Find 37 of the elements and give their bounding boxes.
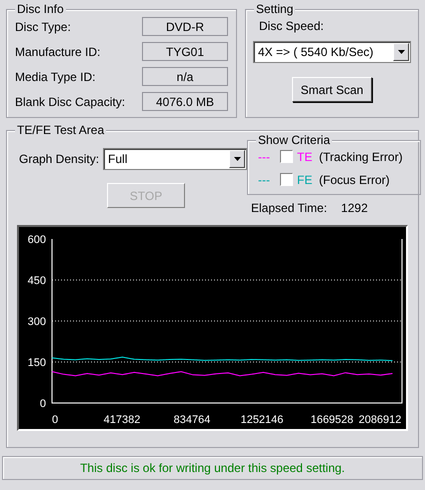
field-value: TYG01 — [142, 42, 228, 61]
field-value: n/a — [142, 67, 228, 86]
field-label: Manufacture ID: — [15, 44, 100, 60]
x-tick-label: 417382 — [104, 414, 140, 426]
legend-line: --- — [258, 172, 271, 188]
smart-scan-button[interactable]: Smart Scan — [292, 77, 372, 102]
x-tick-label: 1252146 — [240, 414, 284, 426]
x-tick-label: 0 — [52, 414, 58, 426]
series-code: TE — [297, 148, 314, 166]
group-title: Setting — [254, 1, 296, 17]
checkbox[interactable] — [280, 173, 293, 186]
dropdown[interactable]: Full — [103, 148, 247, 170]
checkbox[interactable] — [280, 150, 293, 163]
y-tick-label: 150 — [28, 357, 46, 369]
field-label: Disc Type: — [15, 18, 71, 36]
series-code: FE — [297, 172, 314, 188]
legend-line: --- — [258, 148, 271, 166]
stop-button: STOP — [107, 183, 185, 208]
elapsed-value: 1292 — [341, 200, 368, 217]
y-tick-label: 600 — [28, 234, 46, 246]
y-tick-label: 0 — [40, 398, 46, 410]
x-tick-label: 1669528 — [310, 414, 354, 426]
series-description: (Focus Error) — [319, 172, 390, 188]
density-label: Graph Density: — [19, 151, 100, 168]
field-value: 4076.0 MB — [142, 92, 228, 111]
series-description: (Tracking Error) — [319, 148, 403, 166]
field-label: Media Type ID: — [15, 68, 96, 86]
status-message: This disc is ok for writing under this speed setting. — [80, 460, 345, 477]
dropdown[interactable]: 4X => ( 5540 Kb/Sec) — [253, 41, 411, 63]
field-label: Blank Disc Capacity: — [15, 94, 126, 110]
x-tick-label: 2086912 — [358, 414, 402, 426]
speed-label: Disc Speed: — [259, 18, 325, 35]
x-tick-label: 834764 — [174, 414, 210, 426]
y-tick-label: 450 — [28, 275, 46, 287]
y-tick-label: 300 — [28, 316, 46, 328]
elapsed-label: Elapsed Time: — [251, 200, 328, 217]
field-value: DVD-R — [142, 17, 228, 36]
